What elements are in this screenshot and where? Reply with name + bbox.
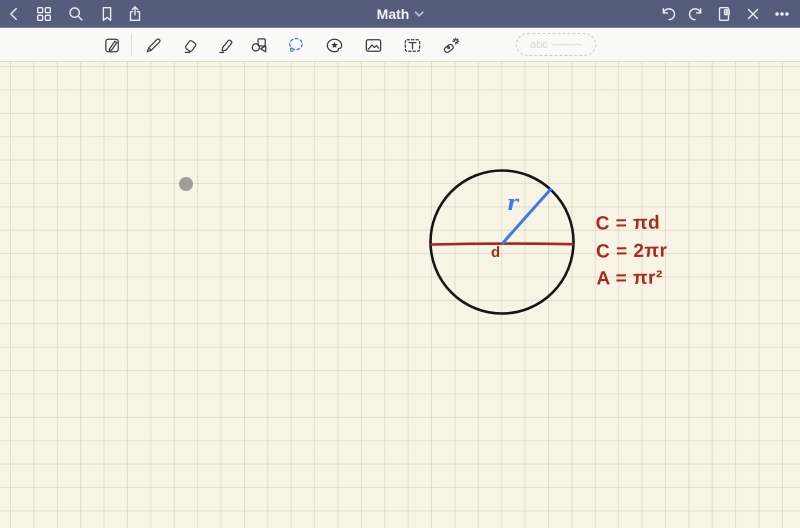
formula-area: A = πr² bbox=[596, 265, 668, 293]
close-icon bbox=[744, 5, 762, 23]
add-page-icon bbox=[715, 5, 733, 23]
share-button[interactable] bbox=[125, 4, 145, 24]
pages-grid-icon bbox=[35, 5, 53, 23]
back-icon bbox=[5, 5, 23, 23]
circle-formulas: C = πd C = 2πr A = πr² bbox=[595, 210, 668, 293]
back-button[interactable] bbox=[4, 4, 24, 24]
laser-pointer-icon bbox=[441, 35, 462, 56]
radius-label: r bbox=[507, 190, 518, 215]
shapes-icon bbox=[249, 35, 270, 56]
lasso-tool[interactable] bbox=[284, 34, 306, 56]
formula-circumference-r: C = 2πr bbox=[596, 237, 668, 265]
navbar: Math bbox=[0, 0, 800, 28]
notebook-page-canvas[interactable]: r d C = πd C = 2πr A = πr² bbox=[0, 62, 800, 528]
laser-pointer-tool[interactable] bbox=[440, 34, 462, 56]
highlighter-tool[interactable] bbox=[214, 34, 236, 56]
ink-layer bbox=[0, 62, 800, 528]
pen-tool[interactable] bbox=[142, 34, 164, 56]
image-tool[interactable] bbox=[362, 34, 384, 56]
add-page-button[interactable] bbox=[714, 4, 734, 24]
stickers-icon bbox=[324, 35, 345, 56]
pencase-icon bbox=[102, 35, 123, 56]
recognition-squiggle: ~~~~~ bbox=[552, 38, 582, 52]
notebook-title: Math bbox=[377, 6, 410, 22]
pages-grid-button[interactable] bbox=[34, 4, 54, 24]
search-button[interactable] bbox=[66, 4, 86, 24]
handwriting-recognition-pill[interactable]: abc ~~~~~ bbox=[516, 33, 596, 56]
pen-icon bbox=[143, 35, 164, 56]
bookmark-button[interactable] bbox=[97, 4, 117, 24]
more-icon bbox=[773, 5, 791, 23]
close-button[interactable] bbox=[743, 4, 763, 24]
undo-icon bbox=[659, 5, 677, 23]
tools-toolbar: abc ~~~~~ bbox=[0, 28, 800, 62]
eraser-tool[interactable] bbox=[179, 34, 201, 56]
undo-button[interactable] bbox=[658, 4, 678, 24]
bookmark-icon bbox=[98, 5, 116, 23]
diameter-label: d bbox=[491, 244, 500, 261]
formula-circumference-d: C = πd bbox=[595, 210, 667, 238]
redo-icon bbox=[687, 5, 705, 23]
image-icon bbox=[363, 35, 384, 56]
toolbar-divider bbox=[131, 34, 132, 56]
pencase-tool[interactable] bbox=[101, 34, 123, 56]
shapes-tool[interactable] bbox=[248, 34, 270, 56]
recognition-abc-label: abc bbox=[530, 39, 548, 51]
text-tool[interactable] bbox=[401, 34, 423, 56]
highlighter-icon bbox=[215, 35, 236, 56]
stickers-tool[interactable] bbox=[323, 34, 345, 56]
notebook-title-button[interactable]: Math bbox=[377, 0, 424, 28]
pen-cursor-dot bbox=[179, 177, 193, 191]
lasso-icon bbox=[285, 35, 306, 56]
share-icon bbox=[126, 5, 144, 23]
chevron-down-icon bbox=[414, 11, 423, 17]
eraser-icon bbox=[180, 35, 201, 56]
text-icon bbox=[402, 35, 423, 56]
search-icon bbox=[67, 5, 85, 23]
redo-button[interactable] bbox=[686, 4, 706, 24]
more-button[interactable] bbox=[772, 4, 792, 24]
